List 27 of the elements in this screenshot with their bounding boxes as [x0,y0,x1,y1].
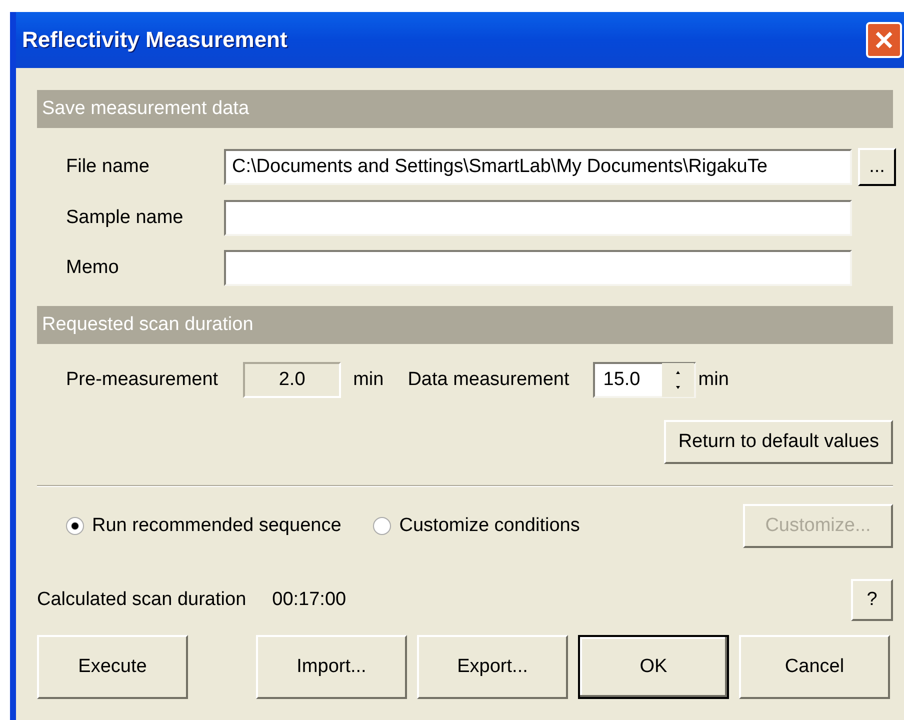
unit-label: min [698,369,729,391]
close-icon [874,30,894,50]
text-field[interactable] [224,250,852,286]
close-button[interactable] [866,22,902,58]
dialog-button[interactable]: Import... [256,635,407,699]
browse-button[interactable]: ... [858,148,896,186]
help-button[interactable]: ? [851,579,893,621]
dialog-button[interactable]: Export... [417,635,568,699]
section-header: Requested scan duration [37,306,893,344]
field-label: Data measurement [408,369,570,391]
field-label: File name [66,156,150,178]
dialog-button[interactable]: Execute [37,635,188,699]
text-field[interactable] [224,200,852,236]
window-title: Reflectivity Measurement [22,27,288,53]
reset-button[interactable]: Return to default values [664,420,893,464]
field-label: Memo [66,257,120,279]
duration-label: Calculated scan duration [37,589,246,611]
field-label: Sample name [66,207,184,229]
unit-label: min [353,369,384,391]
dialog-button[interactable]: OK [578,635,729,699]
duration-value: 00:17:00 [272,589,346,611]
field-label: Pre-measurement [66,369,218,391]
dialog-button[interactable]: Cancel [739,635,890,699]
radio-option[interactable]: Run recommended sequence [66,515,342,537]
text-field[interactable]: C:\Documents and Settings\SmartLab\My Documents\RigakuTe [224,149,852,185]
section-header: Save measurement data [37,90,893,128]
radio-option[interactable]: Customize conditions [373,515,580,537]
